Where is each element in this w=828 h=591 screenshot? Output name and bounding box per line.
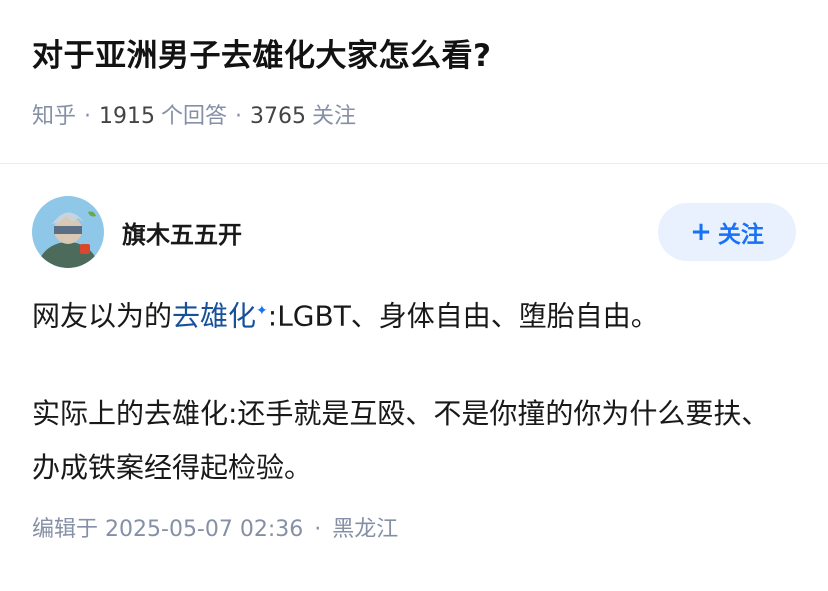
- follow-count: 3765: [250, 104, 307, 129]
- source-label: 知乎: [32, 104, 77, 129]
- question-header: 对于亚洲男子去雄化大家怎么看? 知乎 · 1915 个回答 · 3765 关注: [0, 0, 828, 164]
- edit-datetime: 2025-05-07 02:36: [105, 517, 304, 543]
- answer-paragraph-1: 网友以为的去雄化✦:LGBT、身体自由、堕胎自由。: [32, 284, 796, 343]
- keyword-link[interactable]: 去雄化: [172, 299, 256, 332]
- ip-location: 黑龙江: [332, 517, 399, 543]
- answer-paragraph-2: 实际上的去雄化:还手就是互殴、不是你撞的你为什么要扶、办成铁案经得起检验。: [32, 397, 770, 485]
- avatar-image: [32, 196, 104, 268]
- separator-dot: ·: [84, 104, 92, 129]
- follow-count-label: 关注: [312, 104, 357, 129]
- author-name[interactable]: 旗木五五开: [122, 215, 658, 250]
- answer-count: 1915: [99, 104, 156, 129]
- sparkle-icon: ✦: [256, 303, 268, 319]
- text-segment: 网友以为的: [32, 299, 173, 333]
- separator-dot: ·: [235, 104, 243, 129]
- separator-dot: ·: [314, 517, 322, 543]
- question-meta: 知乎 · 1915 个回答 · 3765 关注: [32, 102, 796, 132]
- author-row: 旗木五五开 + 关注: [32, 194, 796, 270]
- answer-footer: 编辑于 2025-05-07 02:36 · 黑龙江: [32, 515, 796, 545]
- answer-content: 网友以为的去雄化✦:LGBT、身体自由、堕胎自由。 实际上的去雄化:还手就是互殴…: [32, 284, 796, 495]
- answer-count-label: 个回答: [161, 104, 228, 129]
- edit-label: 编辑于: [32, 517, 99, 543]
- answer-card: 旗木五五开 + 关注 网友以为的去雄化✦:LGBT、身体自由、堕胎自由。 实际上…: [0, 164, 828, 545]
- avatar[interactable]: [32, 196, 104, 268]
- text-segment: :LGBT、身体自由、堕胎自由。: [267, 299, 659, 333]
- follow-button[interactable]: + 关注: [658, 203, 796, 261]
- plus-icon: +: [690, 217, 712, 247]
- follow-button-label: 关注: [717, 222, 764, 248]
- question-title[interactable]: 对于亚洲男子去雄化大家怎么看?: [32, 34, 796, 78]
